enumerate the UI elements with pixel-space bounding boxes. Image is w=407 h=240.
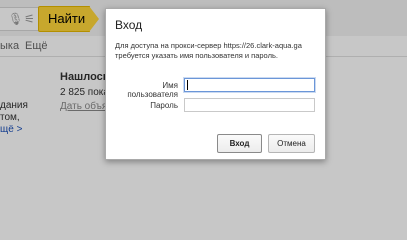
password-label: Пароль [150,101,178,110]
cancel-button[interactable]: Отмена [268,134,315,153]
text-caret [187,80,188,90]
username-field[interactable] [184,78,315,92]
password-field[interactable] [184,98,315,112]
username-label: Имя пользователя [127,81,178,99]
dialog-title: Вход [115,18,143,32]
login-button[interactable]: Вход [217,134,262,153]
auth-dialog: Вход Для доступа на прокси-сервер https:… [105,8,326,160]
dialog-message: Для доступа на прокси-сервер https://26.… [115,41,302,60]
